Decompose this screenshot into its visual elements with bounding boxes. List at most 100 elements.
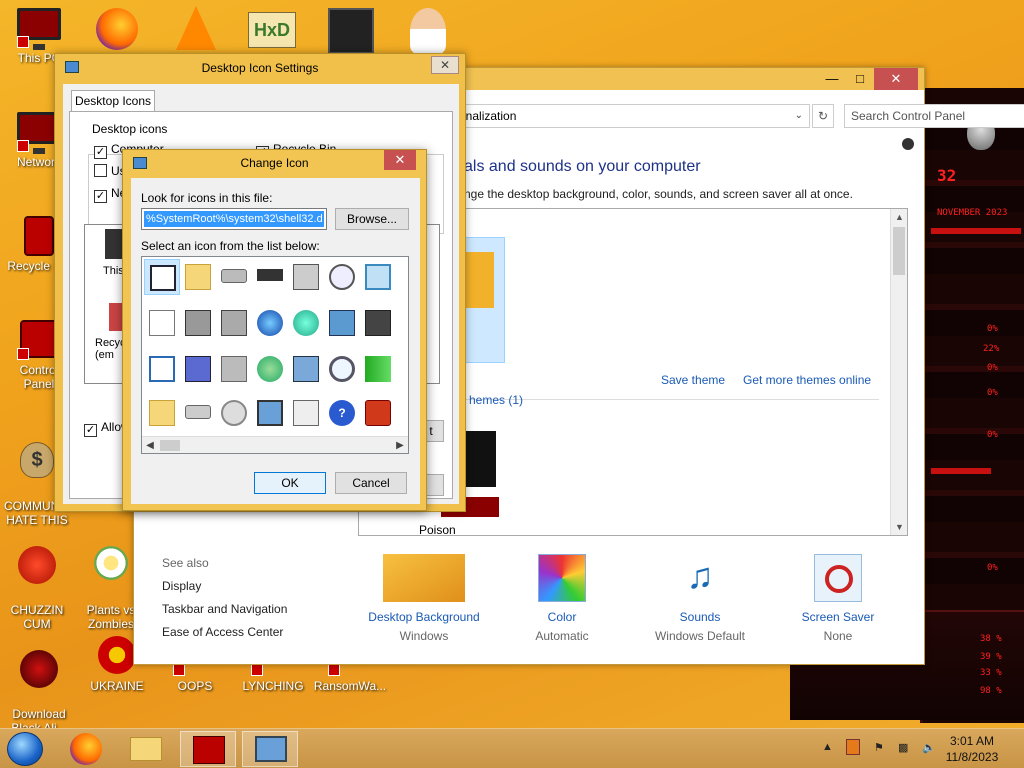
close-button[interactable]: ✕: [431, 56, 459, 74]
sounds-music-icon: ♫: [686, 555, 714, 596]
address-bar[interactable]: onalization ⌄: [454, 104, 810, 128]
readout: 98 %: [980, 686, 1002, 696]
see-also-display-link[interactable]: Display: [162, 579, 201, 593]
icon-cell[interactable]: [288, 395, 324, 431]
icon-cell[interactable]: [216, 351, 252, 387]
hxd-icon[interactable]: HxD: [248, 12, 296, 48]
save-theme-link[interactable]: Save theme: [661, 373, 725, 387]
icon-cell[interactable]: [324, 305, 360, 341]
icon-cell[interactable]: ?: [324, 395, 360, 431]
scroll-right-icon[interactable]: ▶: [392, 437, 408, 453]
search-placeholder: Search Control Panel: [851, 109, 966, 123]
taskbar-firefox[interactable]: [58, 731, 114, 767]
maze-icon[interactable]: [328, 8, 374, 54]
minimize-button[interactable]: —: [818, 68, 846, 90]
alien-icon: [17, 650, 61, 690]
icon-cell[interactable]: [360, 305, 396, 341]
browse-button[interactable]: Browse...: [335, 208, 409, 230]
icon-cell[interactable]: [180, 305, 216, 341]
network-status-icon[interactable]: ▩: [898, 741, 908, 754]
volume-icon[interactable]: 🔈: [922, 741, 936, 754]
icon-file-path-input[interactable]: %SystemRoot%\system32\shell32.d: [141, 208, 327, 230]
see-also-taskbar-link[interactable]: Taskbar and Navigation: [162, 602, 287, 616]
icon-cell[interactable]: [360, 395, 396, 431]
icon-cell[interactable]: [252, 351, 288, 387]
flag-icon[interactable]: ⚑: [874, 741, 884, 754]
icon-cell[interactable]: [216, 259, 252, 295]
icon-cell[interactable]: [144, 351, 180, 387]
close-button[interactable]: ✕: [874, 68, 918, 90]
sounds-item[interactable]: ♫ Sounds Windows Default: [630, 554, 770, 643]
scroll-down-icon[interactable]: ▼: [891, 519, 907, 535]
tray-app-icon[interactable]: [846, 739, 860, 755]
search-input[interactable]: Search Control Panel ⚲: [844, 104, 1024, 128]
color-item[interactable]: Color Automatic: [492, 554, 632, 643]
chevron-down-icon[interactable]: ⌄: [795, 105, 803, 127]
icon-cell[interactable]: [144, 395, 180, 431]
icon-cell[interactable]: [144, 259, 180, 295]
drive-error-icon: [221, 356, 247, 382]
readout: 0%: [987, 430, 998, 440]
icon-cell[interactable]: [324, 351, 360, 387]
taskbar-control-panel[interactable]: [180, 731, 236, 767]
desktop-icon-label: LYNCHING: [242, 679, 304, 693]
icon-cell[interactable]: [180, 259, 216, 295]
icon-cell[interactable]: [180, 351, 216, 387]
desktop-icon-download-black-alien[interactable]: Download Black Ali...: [6, 636, 72, 735]
taskbar-file-explorer[interactable]: [118, 731, 174, 767]
icon-cell[interactable]: [144, 305, 180, 341]
scroll-up-icon[interactable]: ▲: [891, 209, 907, 225]
close-button[interactable]: ✕: [384, 150, 416, 170]
readout: 0%: [987, 324, 998, 334]
icon-grid-scrollbar[interactable]: ◀ ▶: [142, 436, 408, 453]
readout: 22%: [983, 344, 1000, 354]
doctor-icon[interactable]: [410, 8, 446, 54]
icon-cell[interactable]: [360, 351, 396, 387]
desktop-icon-chuzzin[interactable]: CHUZZIN CUM: [4, 532, 70, 631]
globe-icon: [257, 310, 283, 336]
icon-cell[interactable]: [180, 395, 216, 431]
ok-button[interactable]: OK: [254, 472, 326, 494]
icon-cell[interactable]: [216, 395, 252, 431]
screen-saver-icon: [814, 554, 862, 602]
icon-cell[interactable]: [288, 305, 324, 341]
vlc-icon[interactable]: [176, 6, 216, 50]
icon-grid[interactable]: ? ◀ ▶: [141, 256, 409, 454]
theme-list-scrollbar[interactable]: ▲ ▼: [890, 209, 907, 535]
desktop-icon-label: Plants vs Zombies: [86, 603, 136, 631]
screen-saver-item[interactable]: Screen Saver None: [768, 554, 908, 643]
folder-icon: [185, 264, 211, 290]
clock-time: 3:01 AM: [949, 734, 995, 748]
desktop-background-value: Windows: [399, 629, 449, 643]
get-more-themes-link[interactable]: Get more themes online: [743, 373, 871, 387]
see-also-ease-of-access-link[interactable]: Ease of Access Center: [162, 625, 283, 639]
screen-saver-label: Screen Saver: [801, 610, 875, 624]
desktop-icons-group-label: Desktop icons: [90, 122, 170, 136]
system-clock[interactable]: 3:01 AM 11/8/2023: [942, 733, 1002, 765]
start-button[interactable]: [7, 732, 43, 766]
taskbar-desktop-icon-settings[interactable]: [242, 731, 298, 767]
firefox-desktop-icon[interactable]: [96, 8, 138, 50]
tab-desktop-icons[interactable]: Desktop Icons: [71, 90, 155, 112]
change-icon-dialog: Change Icon ✕ Look for icons in this fil…: [122, 149, 427, 511]
maximize-button[interactable]: □: [846, 68, 874, 90]
cancel-button[interactable]: Cancel: [335, 472, 407, 494]
show-hidden-icons[interactable]: ▲: [822, 741, 833, 753]
icon-cell[interactable]: [252, 259, 288, 295]
icon-cell[interactable]: [288, 259, 324, 295]
desktop-icon-label: RansomWa...: [313, 679, 387, 693]
icon-cell[interactable]: [252, 305, 288, 341]
icon-cell[interactable]: [360, 259, 396, 295]
readout: 39 %: [980, 652, 1002, 662]
icon-cell[interactable]: [216, 305, 252, 341]
desktop-icon-label: UKRAINE: [90, 679, 144, 693]
icon-cell[interactable]: [324, 259, 360, 295]
refresh-icon[interactable]: ↻: [812, 104, 834, 128]
icon-cell[interactable]: [252, 395, 288, 431]
help-icon[interactable]: [902, 138, 914, 150]
see-also-header: See also: [162, 556, 209, 570]
printer-icon: [293, 264, 319, 290]
icon-cell[interactable]: [288, 351, 324, 387]
desktop-background-item[interactable]: Desktop Background Windows: [354, 554, 494, 643]
scroll-left-icon[interactable]: ◀: [142, 437, 158, 453]
